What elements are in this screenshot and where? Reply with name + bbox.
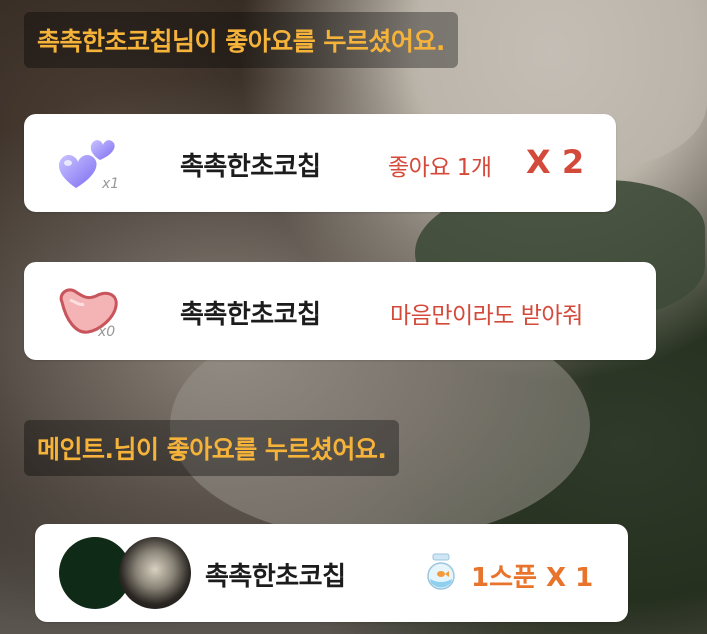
gift-count-label: x0	[98, 324, 116, 340]
sender-name: 촉촉한초코칩	[180, 152, 321, 182]
gift-message: 마음만이라도 받아줘	[390, 303, 583, 329]
system-message-like: 촉촉한초코칩님이 좋아요를 누르셨어요.	[24, 12, 458, 68]
fishbowl-icon	[425, 552, 457, 592]
gift-message: 좋아요 1개	[388, 155, 492, 181]
gift-card-heart[interactable]: x0 촉촉한초코칩 마음만이라도 받아줘	[24, 262, 656, 360]
system-message-like: 메인트.님이 좋아요를 누르셨어요.	[24, 420, 400, 476]
sender-name: 촉촉한초코칩	[205, 562, 346, 592]
sender-name: 촉촉한초코칩	[180, 300, 321, 330]
gift-multiplier: X 2	[526, 143, 585, 181]
gift-card-likes[interactable]: x1 촉촉한초코칩 좋아요 1개 X 2	[24, 114, 616, 212]
spoon-card[interactable]: 촉촉한초코칩 1스푼 X 1	[35, 524, 628, 622]
avatar[interactable]	[119, 537, 191, 609]
spoon-amount: 1스푼 X 1	[471, 563, 594, 593]
gift-count-label: x1	[102, 176, 120, 192]
